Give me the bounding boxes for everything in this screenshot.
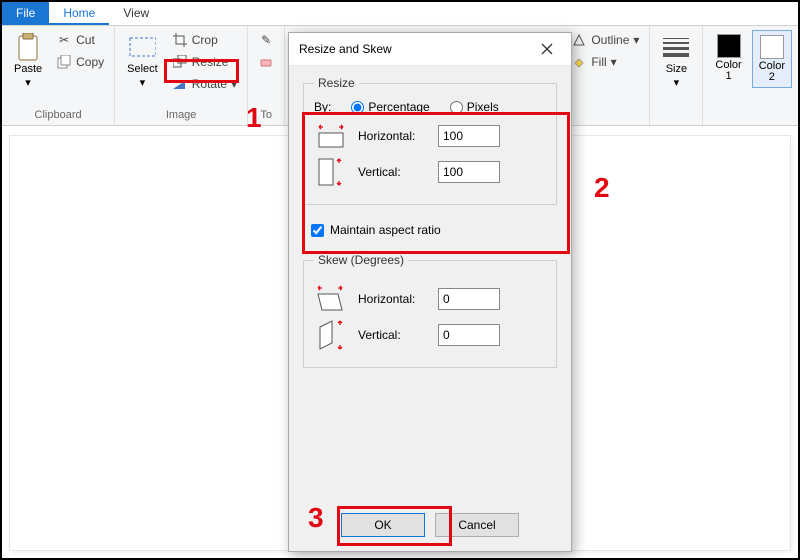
crop-icon: [172, 32, 188, 48]
group-colors: Color 1 Color 2: [703, 26, 798, 125]
resize-horizontal-icon: [314, 122, 348, 150]
pencil-icon: ✎: [258, 32, 274, 48]
copy-icon: [56, 54, 72, 70]
radio-percentage[interactable]: Percentage: [351, 100, 429, 114]
chevron-down-icon: ▾: [25, 77, 31, 89]
copy-button[interactable]: Copy: [52, 52, 108, 72]
clipboard-icon: [14, 33, 42, 61]
radio-pixels[interactable]: Pixels: [450, 100, 499, 114]
skew-v-input[interactable]: [438, 324, 500, 346]
outline-label: Outline: [591, 33, 629, 47]
select-icon: [128, 33, 156, 61]
color-1-swatch: [717, 34, 741, 58]
chevron-down-icon: ▾: [674, 77, 680, 89]
paste-label: Paste: [14, 63, 42, 75]
crop-button[interactable]: Crop: [168, 30, 241, 50]
group-image-label: Image: [166, 107, 197, 123]
skew-h-label: Horizontal:: [358, 292, 428, 306]
cut-button[interactable]: ✂ Cut: [52, 30, 108, 50]
cut-label: Cut: [76, 33, 95, 47]
radio-percentage-input[interactable]: [351, 101, 364, 114]
rotate-icon: [172, 76, 188, 92]
eraser-tool[interactable]: [254, 52, 278, 72]
chevron-down-icon: ▾: [231, 77, 237, 91]
outline-button[interactable]: Outline ▾: [567, 30, 643, 50]
color-2-button[interactable]: Color 2: [752, 30, 792, 88]
resize-fieldset: Resize By: Percentage Pixels Horizontal:…: [303, 76, 557, 205]
tab-file[interactable]: File: [2, 2, 49, 25]
radio-pixels-input[interactable]: [450, 101, 463, 114]
resize-label: Resize: [192, 55, 229, 69]
color-2-swatch: [760, 35, 784, 59]
group-clipboard-label: Clipboard: [35, 107, 82, 123]
group-tools: ✎ To: [248, 26, 285, 125]
fill-button[interactable]: Fill ▾: [567, 52, 643, 72]
chevron-down-icon: ▾: [140, 77, 146, 89]
group-tools-label: To: [260, 107, 272, 123]
by-label: By:: [314, 100, 331, 114]
group-image: Select ▾ Crop Resize Rotate ▾ Image: [115, 26, 248, 125]
close-button[interactable]: [533, 39, 561, 59]
close-icon: [541, 43, 553, 55]
ok-button[interactable]: OK: [341, 513, 425, 537]
resize-h-input[interactable]: [438, 125, 500, 147]
group-clipboard: Paste ▾ ✂ Cut Copy Clipboard: [2, 26, 115, 125]
fill-label: Fill: [591, 55, 606, 69]
skew-legend: Skew (Degrees): [314, 253, 408, 267]
pencil-tool[interactable]: ✎: [254, 30, 278, 50]
skew-vertical-icon: [314, 321, 348, 349]
maintain-aspect-checkbox[interactable]: [311, 224, 324, 237]
tab-home[interactable]: Home: [49, 2, 109, 25]
scissors-icon: ✂: [56, 32, 72, 48]
resize-button[interactable]: Resize: [168, 52, 241, 72]
select-button[interactable]: Select ▾: [121, 30, 164, 92]
resize-v-input[interactable]: [438, 161, 500, 183]
skew-fieldset: Skew (Degrees) Horizontal: Vertical:: [303, 253, 557, 368]
rotate-label: Rotate: [192, 77, 227, 91]
stroke-width-icon: [662, 33, 690, 61]
cancel-button[interactable]: Cancel: [435, 513, 519, 537]
resize-skew-dialog: Resize and Skew Resize By: Percentage Pi…: [288, 32, 572, 552]
dialog-title: Resize and Skew: [299, 42, 392, 56]
dialog-titlebar: Resize and Skew: [289, 33, 571, 66]
resize-legend: Resize: [314, 76, 359, 90]
size-button[interactable]: Size ▾: [656, 30, 696, 92]
copy-label: Copy: [76, 55, 104, 69]
crop-label: Crop: [192, 33, 218, 47]
color-1-button[interactable]: Color 1: [709, 30, 747, 86]
outline-icon: [571, 32, 587, 48]
fill-icon: [571, 54, 587, 70]
select-label: Select: [127, 63, 158, 75]
color-2-label: Color 2: [759, 61, 785, 83]
color-1-label: Color 1: [715, 60, 741, 82]
chevron-down-icon: ▾: [611, 55, 617, 69]
skew-h-input[interactable]: [438, 288, 500, 310]
skew-v-label: Vertical:: [358, 328, 428, 342]
paste-button[interactable]: Paste ▾: [8, 30, 48, 92]
tab-view[interactable]: View: [109, 2, 163, 25]
group-shape-style: Outline ▾ Fill ▾: [561, 26, 650, 125]
resize-vertical-icon: [314, 158, 348, 186]
resize-v-label: Vertical:: [358, 165, 428, 179]
chevron-down-icon: ▾: [633, 33, 639, 47]
group-size: Size ▾: [650, 26, 703, 125]
tab-bar: File Home View: [2, 2, 798, 26]
size-label: Size: [666, 63, 687, 75]
skew-horizontal-icon: [314, 285, 348, 313]
resize-h-label: Horizontal:: [358, 129, 428, 143]
eraser-icon: [258, 54, 274, 70]
resize-icon: [172, 54, 188, 70]
rotate-button[interactable]: Rotate ▾: [168, 74, 241, 94]
maintain-aspect-label: Maintain aspect ratio: [330, 223, 441, 237]
